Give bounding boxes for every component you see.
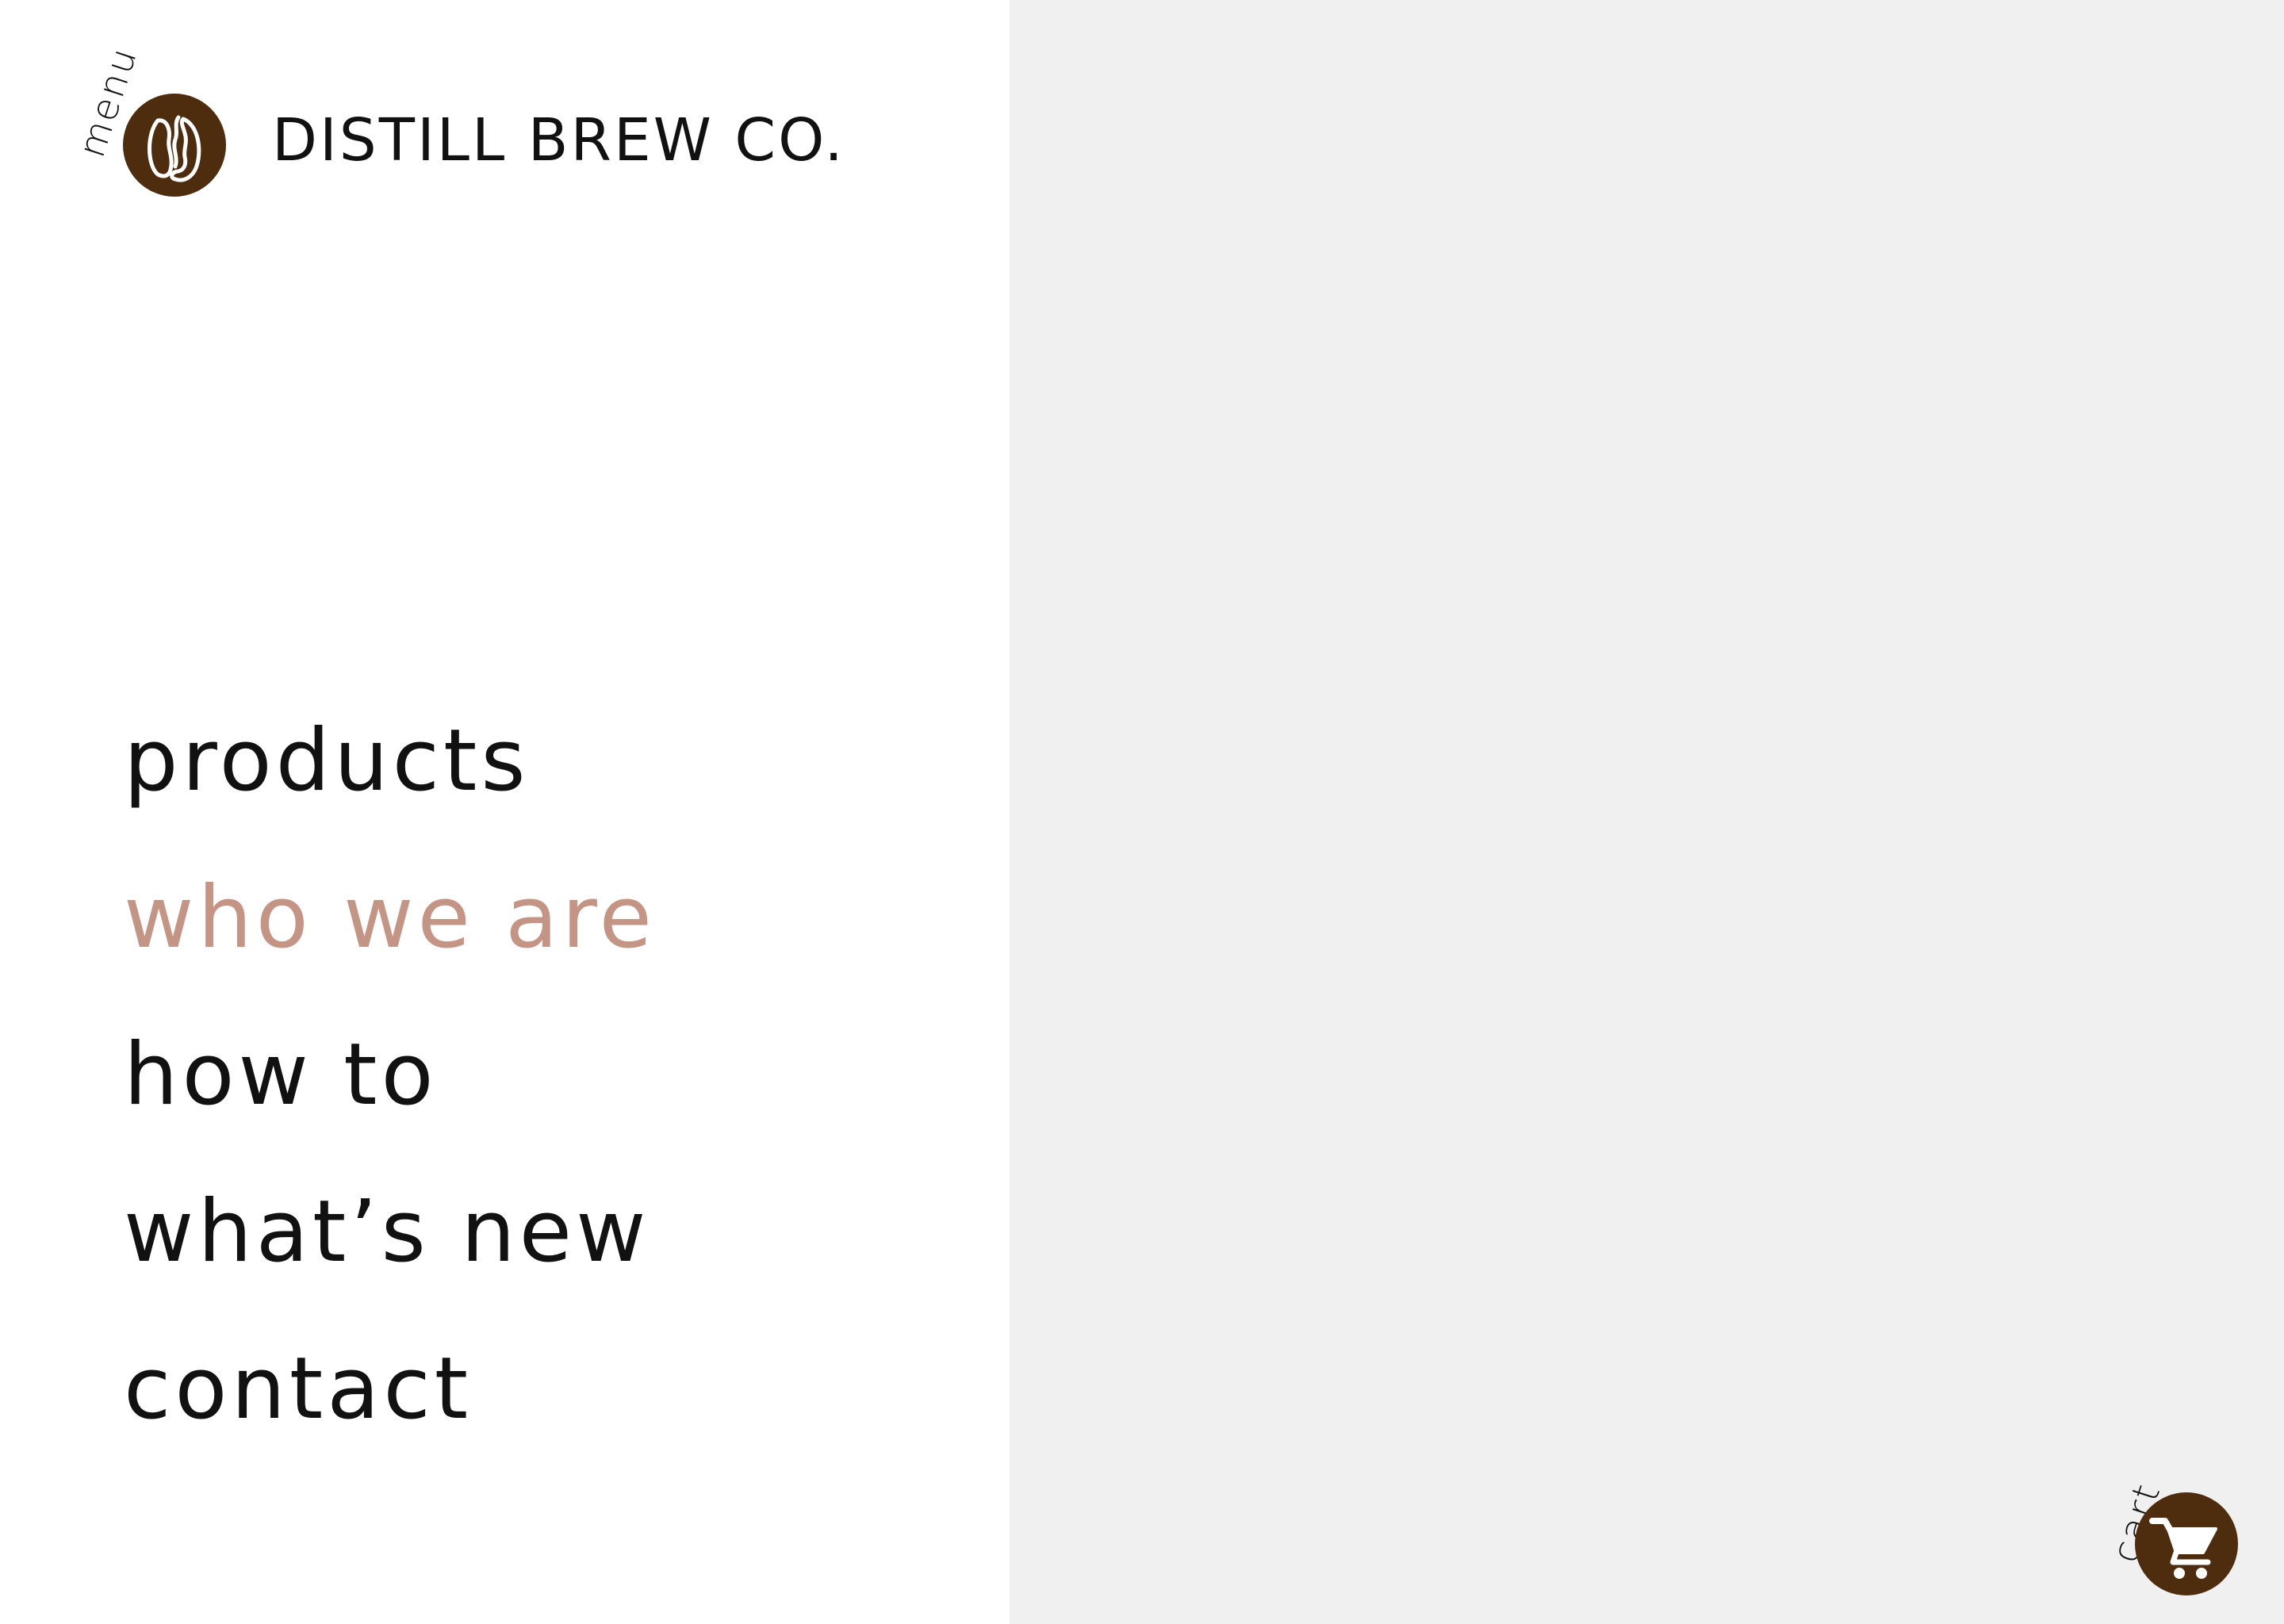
brand-name[interactable]: DISTILL BREW CO. <box>272 111 845 170</box>
page: menu DISTILL BREW CO. products who we ar… <box>0 0 2284 1624</box>
nav-item-whats-new[interactable]: what’s new <box>124 1177 656 1334</box>
cart-button[interactable] <box>2135 1492 2238 1595</box>
nav-item-who-we-are[interactable]: who we are <box>124 863 656 1020</box>
shopping-cart-icon <box>2149 1518 2217 1579</box>
menu-toggle-button[interactable] <box>123 94 226 197</box>
coffee-bean-icon <box>148 115 201 182</box>
content-panel <box>1010 0 2284 1624</box>
nav-item-products[interactable]: products <box>124 706 656 863</box>
nav-item-contact[interactable]: contact <box>124 1334 656 1491</box>
nav-item-how-to[interactable]: how to <box>124 1020 656 1177</box>
menu-panel: menu DISTILL BREW CO. products who we ar… <box>0 0 1010 1624</box>
main-navigation: products who we are how to what’s new co… <box>124 706 656 1491</box>
